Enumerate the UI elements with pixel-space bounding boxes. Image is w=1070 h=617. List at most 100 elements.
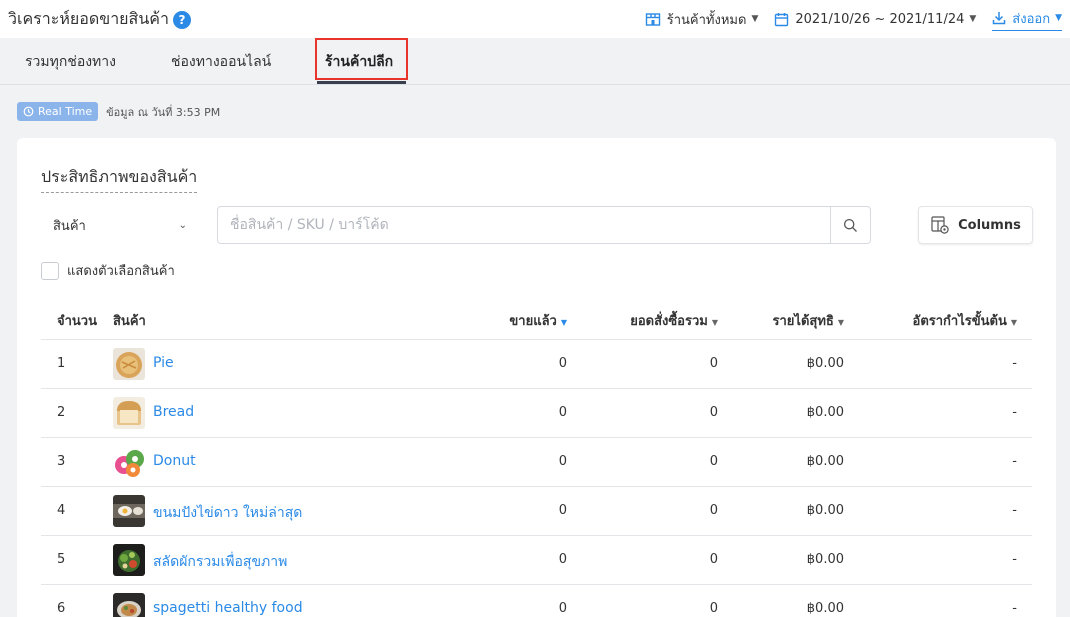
product-link[interactable]: ขนมปังไข่ดาว ใหม่ล่าสุด [153,502,302,524]
header-sold-label: ขายแล้ว [509,314,557,329]
show-options-checkbox[interactable] [41,261,59,280]
cell-order-total: 0 [709,356,718,371]
header-net-income[interactable]: รายได้สุทธิ ▼ [773,310,844,331]
header-num: จำนวน [57,314,97,329]
columns-settings-icon [931,216,949,234]
show-options-label: แสดงตัวเลือกสินค้า [67,264,175,279]
cell-margin: - [1012,405,1017,420]
product-search-box [217,206,871,244]
product-link[interactable]: Pie [153,355,174,371]
cell-sold: 0 [558,405,567,420]
product-thumbnail [113,495,145,527]
product-thumbnail [113,593,145,617]
product-thumbnail [113,446,145,478]
search-button[interactable] [830,207,870,243]
product-performance-card: ประสิทธิภาพของสินค้า สินค้า ⌄ Columns แส… [17,138,1056,617]
table-header: จำนวน สินค้า ขายแล้ว ▼ ยอดสั่งซื้อรวม ▼ รา… [41,293,1032,340]
clock-history-icon [23,106,34,117]
table-row: 6 spagetti healthy food 0 0 ฿0.00 - [41,585,1032,617]
cell-net-income: ฿0.00 [806,454,844,469]
product-link[interactable]: Donut [153,453,196,469]
chevron-down-icon: ▼ [751,14,759,24]
cell-sold: 0 [558,356,567,371]
cell-margin: - [1012,356,1017,371]
download-icon [993,12,1006,25]
header-margin[interactable]: อัตรากำไรขั้นต้น ▼ [913,310,1017,331]
sort-down-icon: ▼ [1010,318,1017,327]
cell-margin: - [1012,552,1017,567]
search-icon [843,218,857,232]
table-row: 2 Bread 0 0 ฿0.00 - [41,389,1032,438]
cell-order-total: 0 [709,552,718,567]
table-row: 3 Donut 0 0 ฿0.00 - [41,438,1032,487]
export-label: ส่งออก [1012,11,1051,27]
show-options-row: แสดงตัวเลือกสินค้า [41,260,175,281]
row-num: 6 [57,601,66,616]
top-header: วิเคราะห์ยอดขายสินค้า ? ร้านค้าทั้งหมด ▼… [0,0,1070,38]
header-margin-label: อัตรากำไรขั้นต้น [912,314,1007,329]
date-range-picker[interactable]: 2021/10/26 ~ 2021/11/24 ▼ [774,12,976,27]
realtime-badge: Real Time [17,102,99,121]
header-order-total-label: ยอดสั่งซื้อรวม [630,314,708,329]
row-num: 4 [57,503,66,518]
row-num: 1 [57,356,66,371]
sort-down-icon: ▼ [711,318,718,327]
cell-order-total: 0 [709,503,718,518]
store-filter-label: ร้านค้าทั้งหมด [666,12,747,28]
search-type-select[interactable]: สินค้า ⌄ [41,206,201,244]
date-range-label: 2021/10/26 ~ 2021/11/24 [795,11,965,27]
product-thumbnail [113,397,145,429]
product-link[interactable]: spagetti healthy food [153,600,303,616]
tab-online-channels[interactable]: ช่องทางออนไลน์ [171,38,271,85]
sort-down-icon: ▼ [560,318,567,327]
product-link[interactable]: สลัดผักรวมเพื่อสุขภาพ [153,551,287,573]
realtime-badge-label: Real Time [38,105,93,118]
table-row: 5 สลัดผักรวมเพื่อสุขภาพ 0 0 ฿0.00 - [41,536,1032,585]
cell-sold: 0 [558,601,567,616]
help-icon[interactable]: ? [172,10,191,29]
store-filter-dropdown[interactable]: ร้านค้าทั้งหมด ▼ [645,9,759,30]
row-num: 5 [57,552,66,567]
header-sold[interactable]: ขายแล้ว ▼ [509,310,567,331]
export-button[interactable]: ส่งออก ▼ [992,8,1062,31]
cell-order-total: 0 [709,405,718,420]
row-num: 3 [57,454,66,469]
row-num: 2 [57,405,66,420]
cell-net-income: ฿0.00 [806,356,844,371]
cell-sold: 0 [558,454,567,469]
header-net-income-label: รายได้สุทธิ [772,314,834,329]
table-row: 4 ขนมปังไข่ดาว ใหม่ล่าสุด 0 0 ฿0.00 - [41,487,1032,536]
chevron-down-icon: ⌄ [178,219,187,231]
tab-highlight-box [315,38,408,80]
search-type-value: สินค้า [53,218,86,234]
active-tab-indicator [317,81,406,84]
card-title: ประสิทธิภาพของสินค้า [41,165,198,193]
chevron-down-icon: ▼ [1055,13,1062,23]
cell-order-total: 0 [709,601,718,616]
realtime-status: Real Time ข้อมูล ณ วันที่ 3:53 PM [17,102,220,121]
cell-net-income: ฿0.00 [806,601,844,616]
channel-tabs: รวมทุกช่องทาง ช่องทางออนไลน์ ร้านค้าปลีก [0,38,1070,85]
product-link[interactable]: Bread [153,404,194,420]
table-row: 1 Pie 0 0 ฿0.00 - [41,340,1032,389]
realtime-note: ข้อมูล ณ วันที่ 3:53 PM [106,105,221,119]
cell-net-income: ฿0.00 [806,503,844,518]
columns-label: Columns [958,217,1021,233]
header-product: สินค้า [113,314,146,329]
cell-sold: 0 [558,552,567,567]
sort-down-icon: ▼ [837,318,844,327]
header-order-total[interactable]: ยอดสั่งซื้อรวม ▼ [630,310,718,331]
page-title-text: วิเคราะห์ยอดขายสินค้า [8,9,169,28]
calendar-icon [775,12,789,26]
cell-net-income: ฿0.00 [806,552,844,567]
page-title: วิเคราะห์ยอดขายสินค้า ? [8,7,191,32]
cell-margin: - [1012,503,1017,518]
cell-margin: - [1012,601,1017,616]
product-table: จำนวน สินค้า ขายแล้ว ▼ ยอดสั่งซื้อรวม ▼ รา… [41,293,1032,617]
product-thumbnail [113,544,145,576]
header-controls: ร้านค้าทั้งหมด ▼ 2021/10/26 ~ 2021/11/24… [629,0,1062,38]
tab-all-channels[interactable]: รวมทุกช่องทาง [25,38,116,85]
search-input[interactable] [218,207,830,243]
store-icon [645,13,660,26]
columns-button[interactable]: Columns [918,206,1033,244]
